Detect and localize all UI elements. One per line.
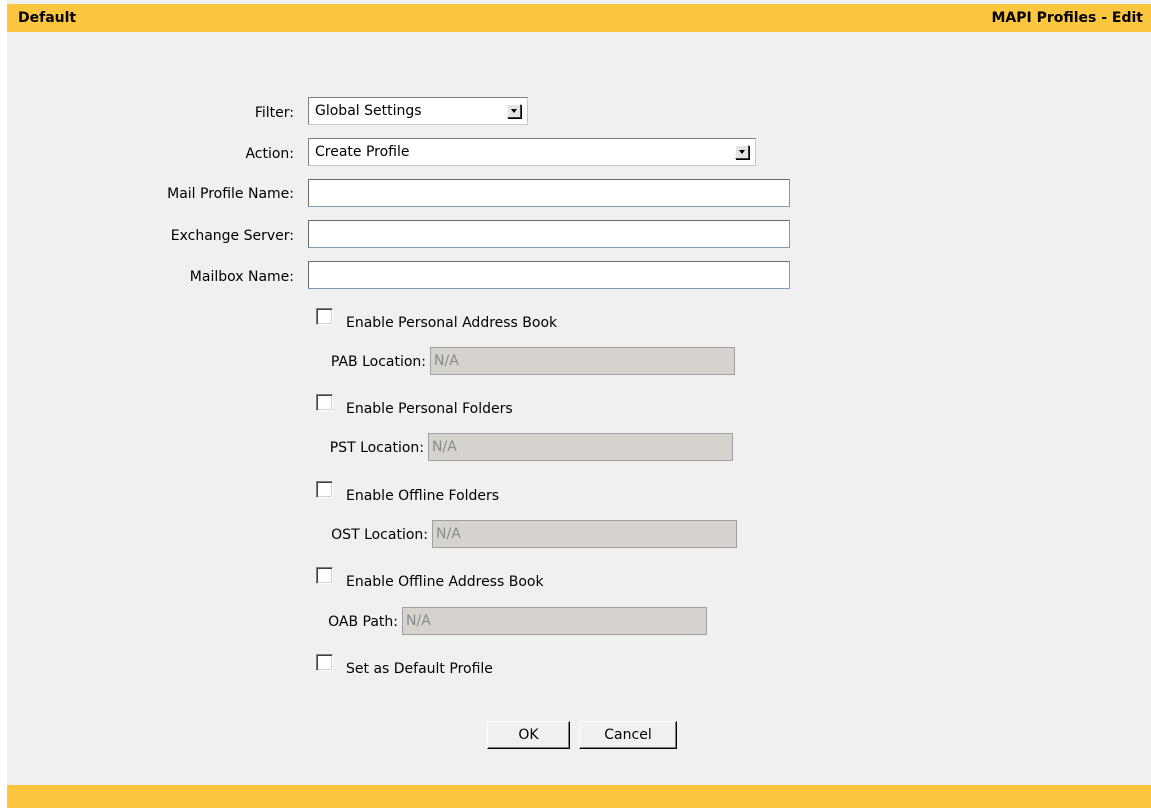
enable-personal-folders-row[interactable]: Enable Personal Folders (316, 394, 616, 417)
pst-location-input: N/A (428, 433, 733, 461)
enable-pab-label[interactable]: Enable Personal Address Book (346, 314, 557, 332)
pab-location-input: N/A (430, 347, 735, 375)
filter-label: Filter: (254, 105, 294, 121)
footer-bar (7, 785, 1151, 808)
enable-pab-checkbox[interactable] (316, 308, 333, 325)
ost-location-label: OST Location: (331, 527, 428, 543)
enable-offline-folders-label[interactable]: Enable Offline Folders (346, 487, 499, 505)
cancel-button[interactable]: Cancel (579, 721, 677, 749)
enable-pab-row[interactable]: Enable Personal Address Book (316, 308, 616, 331)
enable-oab-label[interactable]: Enable Offline Address Book (346, 573, 544, 591)
action-select[interactable]: Create Profile (308, 138, 756, 166)
oab-path-input: N/A (402, 607, 707, 635)
oab-path-label: OAB Path: (328, 614, 398, 630)
chevron-down-icon[interactable] (735, 145, 749, 159)
set-default-label[interactable]: Set as Default Profile (346, 660, 493, 678)
mailbox-name-label: Mailbox Name: (189, 269, 294, 285)
enable-oab-checkbox[interactable] (316, 567, 333, 584)
ost-location-input: N/A (432, 520, 737, 548)
set-default-checkbox[interactable] (316, 654, 333, 671)
profile-title: Default (18, 10, 77, 26)
enable-offline-folders-row[interactable]: Enable Offline Folders (316, 481, 616, 504)
header-bar: Default MAPI Profiles - Edit (7, 4, 1151, 32)
mail-profile-name-label: Mail Profile Name: (167, 186, 294, 202)
enable-personal-folders-label[interactable]: Enable Personal Folders (346, 400, 513, 418)
pst-location-label: PST Location: (329, 440, 424, 456)
page-title: MAPI Profiles - Edit (991, 10, 1143, 26)
pab-location-label: PAB Location: (330, 354, 426, 370)
enable-personal-folders-checkbox[interactable] (316, 394, 333, 411)
action-label: Action: (245, 146, 294, 162)
ok-button[interactable]: OK (487, 721, 570, 749)
exchange-server-label: Exchange Server: (170, 228, 294, 244)
action-select-value: Create Profile (315, 144, 410, 160)
chevron-down-icon[interactable] (507, 104, 521, 118)
exchange-server-input[interactable] (308, 220, 790, 248)
enable-offline-folders-checkbox[interactable] (316, 481, 333, 498)
mailbox-name-input[interactable] (308, 261, 790, 289)
filter-select[interactable]: Global Settings (308, 97, 528, 125)
enable-oab-row[interactable]: Enable Offline Address Book (316, 567, 616, 590)
set-default-row[interactable]: Set as Default Profile (316, 654, 616, 677)
mail-profile-name-input[interactable] (308, 179, 790, 207)
filter-select-value: Global Settings (315, 103, 422, 119)
